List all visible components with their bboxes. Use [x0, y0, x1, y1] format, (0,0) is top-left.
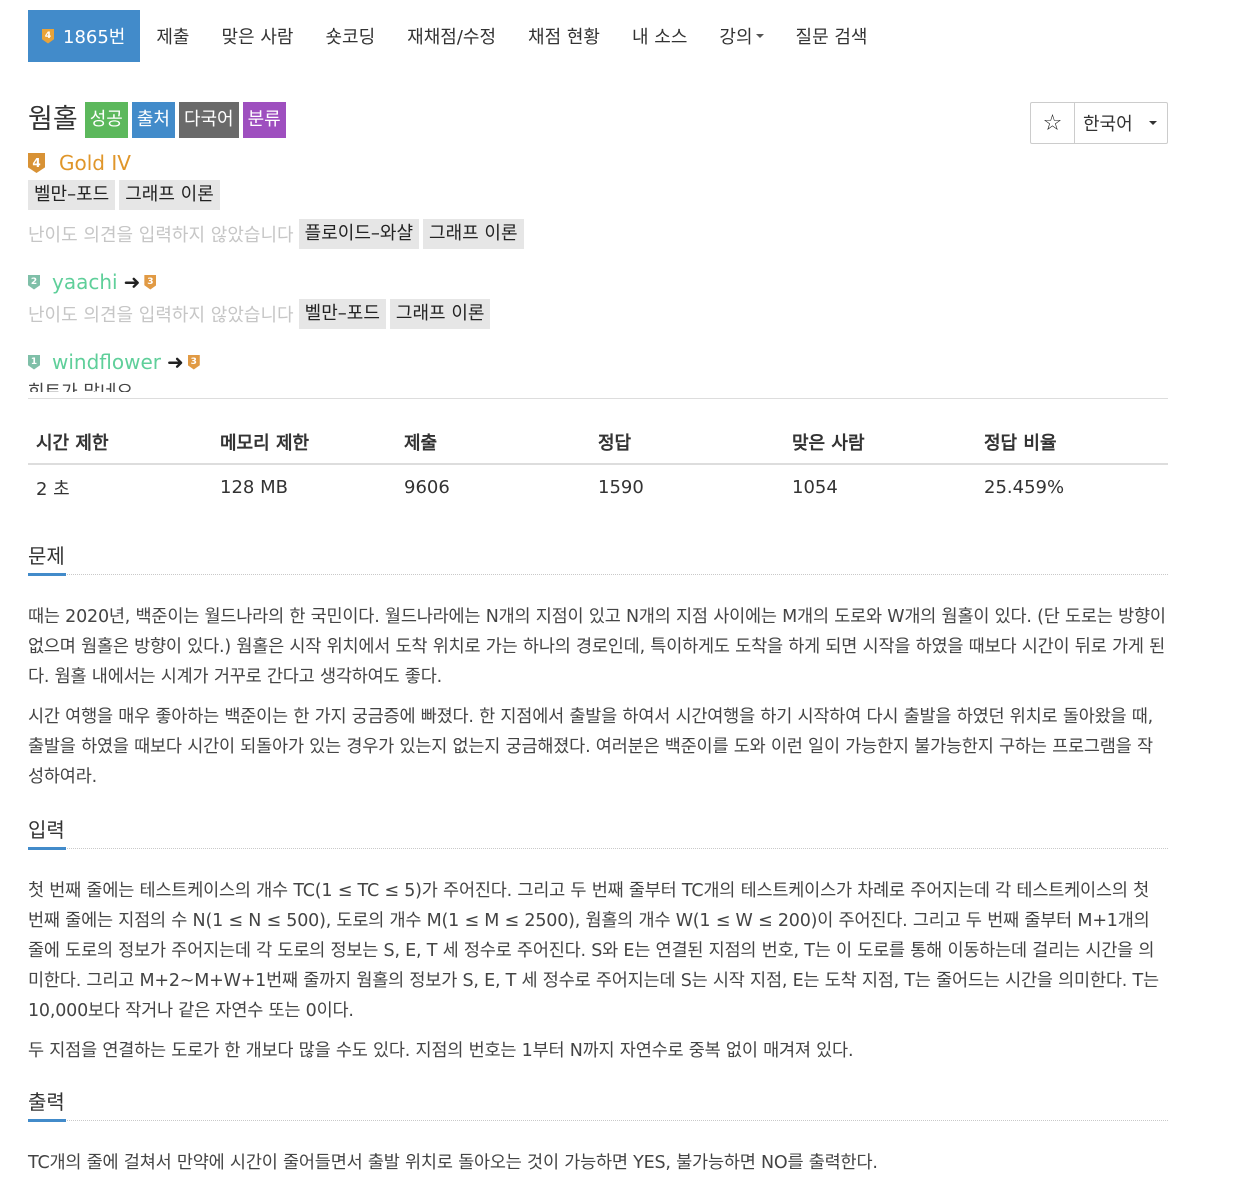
- tab-problem[interactable]: 4 1865번: [28, 10, 141, 62]
- column-header: 메모리 제한: [212, 420, 396, 465]
- tab-question-search[interactable]: 질문 검색: [780, 10, 884, 62]
- table-header-row: 시간 제한 메모리 제한 제출 정답 맞은 사람 정답 비율: [28, 420, 1168, 465]
- divider: [28, 398, 1168, 399]
- source-label[interactable]: 출처: [131, 102, 175, 138]
- paragraph: 때는 2020년, 백준이는 월드나라의 한 국민이다. 월드나라에는 N개의 …: [28, 607, 1166, 687]
- tab-rejudge-label: 재채점/수정: [407, 27, 497, 48]
- accepted-ratio: 25.459%: [984, 477, 1065, 498]
- problem-title: 웜홀: [28, 104, 78, 135]
- tab-my-source[interactable]: 내 소스: [616, 10, 703, 62]
- tier-icon: 3: [187, 354, 200, 370]
- section-header: 입력: [28, 817, 1168, 850]
- column-header: 시간 제한: [28, 420, 212, 465]
- section-underline: [28, 847, 66, 850]
- opinion-tag[interactable]: 플로이드–와샬: [298, 219, 420, 249]
- submission-count: 9606: [404, 477, 450, 498]
- opinion-note: 난이도 의견을 입력하지 않았습니다: [28, 225, 294, 246]
- section-header: 문제: [28, 543, 1168, 576]
- section-title: 출력: [28, 1090, 65, 1114]
- input-section: 입력 첫 번째 줄에는 테스트케이스의 개수 TC(1 ≤ TC ≤ 5)가 주…: [28, 817, 1168, 1066]
- tab-problem-label: 1865번: [63, 27, 126, 48]
- problem-description-section: 문제 때는 2020년, 백준이는 월드나라의 한 국민이다. 월드나라에는 N…: [28, 543, 1168, 792]
- tab-submit-label: 제출: [156, 27, 190, 48]
- problem-stats-table: 시간 제한 메모리 제한 제출 정답 맞은 사람 정답 비율 2 초 128 M…: [28, 420, 1168, 510]
- output-section: 출력 TC개의 줄에 걸쳐서 만약에 시간이 줄어들면서 출발 위치로 돌아오는…: [28, 1089, 1168, 1178]
- algorithm-tag[interactable]: 그래프 이론: [119, 180, 220, 210]
- tier-icon: 2: [28, 274, 40, 290]
- tab-shortcoding[interactable]: 숏코딩: [309, 10, 391, 62]
- solver-count: 1054: [792, 477, 838, 498]
- problem-title-row: 웜홀 성공 출처 다국어 분류: [28, 102, 290, 138]
- table-row: 2 초 128 MB 9606 1590 1054 25.459%: [28, 464, 1168, 510]
- tier-icon: 1: [28, 354, 40, 370]
- time-limit: 2 초: [36, 478, 70, 500]
- algorithm-tags: 벨만–포드 그래프 이론: [28, 180, 668, 210]
- problem-menu-tabs: 4 1865번 제출 맞은 사람 숏코딩 재채점/수정 채점 현황 내 소스 강…: [28, 10, 884, 62]
- opinion-username[interactable]: yaachi: [52, 270, 118, 294]
- tab-rejudge[interactable]: 재채점/수정: [391, 10, 512, 62]
- problem-controls: ☆ 한국어: [1030, 102, 1168, 144]
- section-title: 문제: [28, 544, 65, 568]
- opinion-tag[interactable]: 벨만–포드: [298, 299, 386, 329]
- gold-tier-icon: 4: [42, 28, 54, 44]
- section-title: 입력: [28, 818, 65, 842]
- paragraph: 시간 여행을 매우 좋아하는 백준이는 한 가지 궁금증에 빠졌다. 한 지점에…: [28, 707, 1154, 787]
- tab-status[interactable]: 채점 현황: [512, 10, 616, 62]
- opinion-tag[interactable]: 그래프 이론: [423, 219, 524, 249]
- arrow-right-icon: ➜: [167, 350, 184, 374]
- tab-solvers[interactable]: 맞은 사람: [206, 10, 310, 62]
- difficulty-opinion-header: 2 yaachi ➜ 3: [28, 270, 157, 294]
- opinion-note: 난이도 의견을 입력하지 않았습니다: [28, 305, 294, 326]
- section-underline: [28, 1119, 66, 1122]
- paragraph: TC개의 줄에 걸쳐서 만약에 시간이 줄어들면서 출발 위치로 돌아오는 것이…: [28, 1153, 878, 1173]
- column-header: 정답: [590, 420, 784, 465]
- favorite-star-button[interactable]: ☆: [1031, 103, 1075, 143]
- tab-submit[interactable]: 제출: [140, 10, 205, 62]
- accepted-count: 1590: [598, 477, 644, 498]
- language-select-value: 한국어: [1083, 114, 1133, 135]
- tab-lectures-label: 강의: [719, 27, 753, 48]
- section-body: TC개의 줄에 걸쳐서 만약에 시간이 줄어들면서 출발 위치로 돌아오는 것이…: [28, 1121, 1168, 1178]
- caret-down-icon: [755, 34, 764, 38]
- tier-icon: 3: [144, 274, 157, 290]
- difficulty-opinion: 난이도 의견을 입력하지 않았습니다 플로이드–와샬 그래프 이론: [28, 219, 668, 249]
- tab-question-search-label: 질문 검색: [795, 27, 868, 48]
- section-body: 첫 번째 줄에는 테스트케이스의 개수 TC(1 ≤ TC ≤ 5)가 주어진다…: [28, 849, 1168, 1066]
- algorithm-tag[interactable]: 벨만–포드: [28, 180, 116, 210]
- memory-limit: 128 MB: [220, 477, 288, 498]
- section-body: 때는 2020년, 백준이는 월드나라의 한 국민이다. 월드나라에는 N개의 …: [28, 575, 1168, 792]
- tab-solvers-label: 맞은 사람: [221, 27, 294, 48]
- tab-my-source-label: 내 소스: [632, 27, 688, 48]
- tier-name[interactable]: Gold IV: [59, 151, 131, 175]
- multilingual-label: 다국어: [178, 102, 239, 138]
- gold-tier-icon: 4: [28, 153, 45, 173]
- arrow-right-icon: ➜: [123, 270, 141, 294]
- star-icon: ☆: [1042, 110, 1063, 136]
- column-header: 정답 비율: [976, 420, 1168, 465]
- success-label: 성공: [84, 102, 128, 138]
- language-select[interactable]: 한국어: [1075, 103, 1167, 143]
- column-header: 제출: [396, 420, 590, 465]
- opinion-tag[interactable]: 그래프 이론: [389, 299, 491, 329]
- paragraph: 두 지점을 연결하는 도로가 한 개보다 많을 수도 있다. 지점의 번호는 1…: [28, 1041, 854, 1061]
- tab-shortcoding-label: 숏코딩: [325, 27, 376, 48]
- tab-status-label: 채점 현황: [528, 27, 600, 48]
- category-label[interactable]: 분류: [242, 102, 286, 138]
- caret-down-icon: [1148, 121, 1157, 125]
- section-underline: [28, 573, 66, 576]
- opinion-username[interactable]: windflower: [52, 350, 161, 374]
- section-header: 출력: [28, 1089, 1168, 1122]
- column-header: 맞은 사람: [784, 420, 976, 465]
- difficulty-opinion-header: 1 windflower ➜ 3: [28, 350, 200, 374]
- tab-lectures[interactable]: 강의: [703, 10, 779, 62]
- difficulty-opinion: 난이도 의견을 입력하지 않았습니다 벨만–포드 그래프 이론: [28, 299, 668, 329]
- opinion-comment: 힌트가 많네요: [28, 380, 228, 392]
- paragraph: 첫 번째 줄에는 테스트케이스의 개수 TC(1 ≤ TC ≤ 5)가 주어진다…: [28, 881, 1159, 1021]
- tier-info: 4 Gold IV: [28, 151, 131, 175]
- opinion-clipped-area: 힌트가 많네요: [28, 380, 228, 392]
